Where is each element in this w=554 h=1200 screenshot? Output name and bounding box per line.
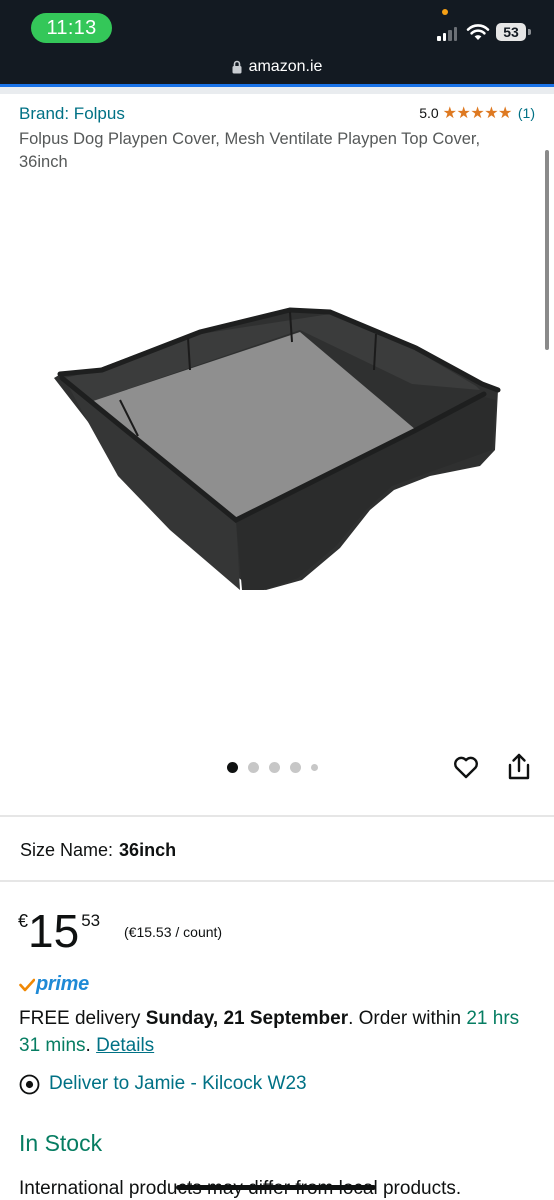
carousel-dot[interactable] (311, 764, 318, 771)
price-whole: 15 (28, 905, 80, 957)
prime-badge: prime (19, 973, 89, 996)
carousel-dot[interactable] (290, 762, 301, 773)
size-selector[interactable]: Size Name: 36inch (20, 840, 176, 861)
prime-label: prime (36, 973, 89, 995)
image-carousel-dots[interactable] (227, 762, 318, 773)
size-label: Size Name: (20, 840, 114, 860)
header-separator (0, 87, 554, 94)
price-currency: € (18, 911, 29, 931)
address-bar[interactable]: amazon.ie (0, 50, 554, 84)
rating-value: 5.0 (419, 105, 439, 121)
star-rating-icon: ★★★★★ (442, 105, 513, 122)
order-within-label: . Order within (348, 1008, 462, 1029)
stock-status: In Stock (19, 1130, 103, 1156)
product-title: Folpus Dog Playpen Cover, Mesh Ventilate… (19, 130, 481, 171)
unit-price: (€15.53 / count) (124, 924, 223, 940)
product-image[interactable] (40, 290, 510, 600)
home-indicator[interactable] (176, 1185, 376, 1190)
battery-icon: 53 (496, 23, 526, 41)
cellular-signal-icon (437, 25, 457, 41)
lock-icon (232, 60, 242, 74)
share-icon[interactable] (506, 752, 532, 782)
deliver-to-label: Deliver to Jamie - Kilcock W23 (49, 1073, 307, 1094)
delivery-message: FREE delivery Sunday, 21 September. Orde… (19, 1005, 539, 1059)
rating-summary[interactable]: 5.0 ★★★★★ (1) (419, 103, 535, 123)
url-text: amazon.ie (248, 58, 323, 75)
prime-check-icon (19, 978, 35, 991)
brand-link[interactable]: Brand: Folpus (19, 104, 125, 124)
rating-count-link[interactable]: (1) (518, 105, 535, 121)
carousel-dot[interactable] (227, 762, 238, 773)
carousel-dot[interactable] (248, 762, 259, 773)
battery-tip (528, 29, 531, 35)
wifi-icon (466, 24, 490, 40)
status-time: 11:13 (31, 13, 112, 43)
size-value: 36inch (119, 840, 177, 860)
page-scrollbar[interactable] (545, 150, 549, 350)
delivery-period: . (85, 1035, 91, 1056)
section-divider (0, 815, 554, 817)
price: € 15 53 (18, 905, 100, 957)
location-pin-icon (19, 1074, 40, 1094)
carousel-dot[interactable] (269, 762, 280, 773)
heart-icon[interactable] (452, 753, 480, 781)
privacy-indicator-dot (442, 9, 448, 15)
status-bar: 11:13 53 (0, 0, 554, 50)
price-fraction: 53 (81, 911, 101, 930)
delivery-prefix: FREE delivery (19, 1008, 141, 1029)
deliver-to-link[interactable]: Deliver to Jamie - Kilcock W23 (19, 1073, 307, 1095)
section-divider (0, 880, 554, 882)
delivery-date: Sunday, 21 September (145, 1008, 349, 1029)
delivery-details-link[interactable]: Details (96, 1035, 154, 1056)
